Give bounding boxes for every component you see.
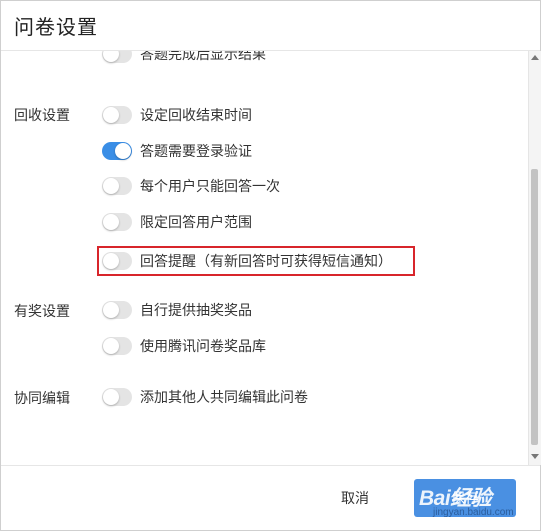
option-label: 添加其他人共同编辑此问卷 bbox=[140, 390, 308, 406]
option-label: 设定回收结束时间 bbox=[140, 108, 252, 124]
toggle-knob bbox=[103, 51, 119, 62]
toggle-login-required[interactable] bbox=[102, 142, 132, 160]
save-button[interactable]: 保存 bbox=[414, 479, 516, 517]
option-label: 限定回答用户范围 bbox=[140, 215, 252, 231]
toggle-knob bbox=[103, 107, 119, 123]
option-row-answer-reminder[interactable]: 回答提醒（有新回答时可获得短信通知） bbox=[102, 250, 392, 272]
toggle-knob bbox=[103, 178, 119, 194]
option-row-once-per-user[interactable]: 每个用户只能回答一次 bbox=[102, 175, 280, 197]
toggle-end-time[interactable] bbox=[102, 106, 132, 124]
option-row-show-result[interactable]: 答题完成后显示结果 bbox=[102, 51, 266, 65]
option-row-own-prizes[interactable]: 自行提供抽奖奖品 bbox=[102, 299, 252, 321]
toggle-knob bbox=[103, 253, 119, 269]
footer-divider bbox=[1, 465, 540, 466]
toggle-knob bbox=[103, 302, 119, 318]
toggle-add-collaborators[interactable] bbox=[102, 388, 132, 406]
option-row-add-collaborators[interactable]: 添加其他人共同编辑此问卷 bbox=[102, 386, 308, 408]
scroll-down-arrow-icon[interactable] bbox=[531, 454, 539, 459]
option-row-login-required[interactable]: 答题需要登录验证 bbox=[102, 140, 252, 162]
toggle-own-prizes[interactable] bbox=[102, 301, 132, 319]
option-label: 自行提供抽奖奖品 bbox=[140, 303, 252, 319]
toggle-answer-reminder[interactable] bbox=[102, 252, 132, 270]
option-label: 答题完成后显示结果 bbox=[140, 51, 266, 63]
toggle-knob bbox=[103, 338, 119, 354]
section-label-rewards: 有奖设置 bbox=[14, 304, 70, 320]
toggle-prize-library[interactable] bbox=[102, 337, 132, 355]
option-row-end-time[interactable]: 设定回收结束时间 bbox=[102, 104, 252, 126]
toggle-show-result[interactable] bbox=[102, 51, 132, 63]
toggle-restrict-users[interactable] bbox=[102, 213, 132, 231]
toggle-knob bbox=[103, 389, 119, 405]
scrollbar[interactable] bbox=[528, 51, 541, 465]
section-label-collaboration: 协同编辑 bbox=[14, 391, 70, 407]
dialog-title: 问卷设置 bbox=[14, 15, 98, 39]
option-label: 回答提醒（有新回答时可获得短信通知） bbox=[140, 254, 392, 270]
cancel-button[interactable]: 取消 bbox=[323, 481, 387, 515]
toggle-knob bbox=[115, 143, 131, 159]
settings-dialog: 问卷设置 答题完成后显示结果 回收设置 设定回收结束时间 答题需要登录验证 每个… bbox=[0, 0, 541, 531]
option-label: 使用腾讯问卷奖品库 bbox=[140, 339, 266, 355]
option-row-prize-library[interactable]: 使用腾讯问卷奖品库 bbox=[102, 335, 266, 357]
section-label-collection: 回收设置 bbox=[14, 108, 70, 124]
toggle-once-per-user[interactable] bbox=[102, 177, 132, 195]
toggle-knob bbox=[103, 214, 119, 230]
scrollbar-thumb[interactable] bbox=[531, 169, 538, 445]
settings-scroll-area[interactable]: 答题完成后显示结果 回收设置 设定回收结束时间 答题需要登录验证 每个用户只能回… bbox=[1, 51, 529, 465]
option-label: 每个用户只能回答一次 bbox=[140, 179, 280, 195]
option-label: 答题需要登录验证 bbox=[140, 144, 252, 160]
option-row-restrict-users[interactable]: 限定回答用户范围 bbox=[102, 211, 252, 233]
scroll-up-arrow-icon[interactable] bbox=[531, 55, 539, 60]
